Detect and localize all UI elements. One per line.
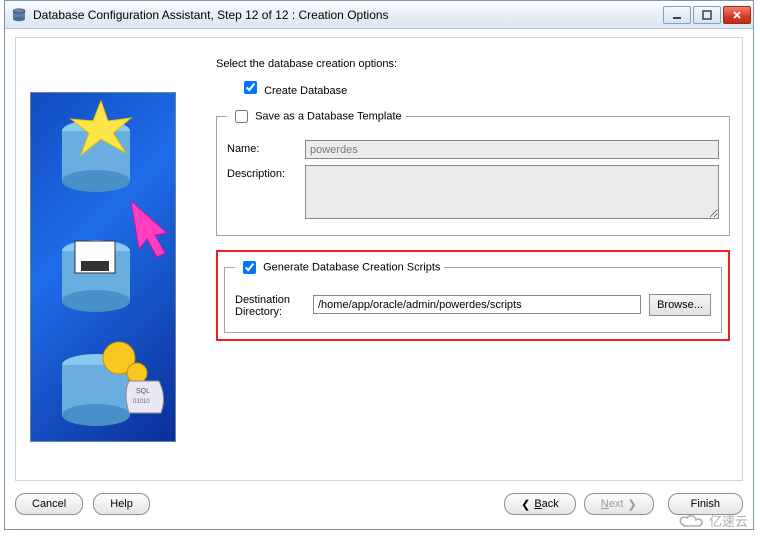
titlebar: Database Configuration Assistant, Step 1… [5, 1, 753, 29]
main-panel: Select the database creation options: Cr… [216, 58, 730, 341]
highlighted-scripts-section: Generate Database Creation Scripts Desti… [216, 250, 730, 341]
finish-button[interactable]: Finish [668, 493, 743, 515]
help-button[interactable]: Help [93, 493, 150, 515]
create-database-checkbox[interactable] [244, 81, 257, 94]
window: Database Configuration Assistant, Step 1… [4, 0, 754, 530]
save-template-legend: Save as a Database Template [227, 107, 406, 126]
template-desc-input [305, 165, 719, 219]
generate-scripts-checkbox[interactable] [243, 261, 256, 274]
generate-scripts-legend-label: Generate Database Creation Scripts [263, 261, 440, 273]
template-desc-label: Description: [227, 165, 305, 180]
next-button[interactable]: Next ❯ [584, 493, 654, 515]
generate-scripts-legend: Generate Database Creation Scripts [235, 258, 444, 277]
create-database-row: Create Database [240, 78, 730, 97]
minimize-button[interactable] [663, 6, 691, 24]
close-button[interactable] [723, 6, 751, 24]
prompt-text: Select the database creation options: [216, 58, 730, 70]
save-template-checkbox[interactable] [235, 110, 248, 123]
svg-text:SQL: SQL [136, 388, 150, 395]
back-button[interactable]: ❮ Back [504, 493, 576, 515]
maximize-button[interactable] [693, 6, 721, 24]
next-label-rest: ext [609, 498, 624, 510]
destination-input[interactable] [313, 295, 641, 314]
back-label-rest: ack [542, 498, 559, 510]
browse-button[interactable]: Browse... [649, 294, 711, 316]
window-controls [663, 6, 751, 24]
save-template-group: Save as a Database Template Name: Descri… [216, 107, 730, 236]
svg-text:01010: 01010 [133, 399, 150, 405]
app-icon [11, 7, 27, 23]
destination-label: Destination Directory: [235, 291, 313, 318]
generate-scripts-group: Generate Database Creation Scripts Desti… [224, 258, 722, 333]
template-name-label: Name: [227, 140, 305, 155]
wizard-button-bar: Cancel Help ❮ Back Next ❯ Finish [15, 487, 743, 521]
back-arrow-icon: ❮ [521, 498, 530, 511]
cancel-button[interactable]: Cancel [15, 493, 83, 515]
wizard-side-graphic: SQL 01010 [30, 92, 176, 442]
content-area: SQL 01010 Select the database creation o… [15, 37, 743, 481]
next-arrow-icon: ❯ [627, 498, 636, 511]
template-name-input [305, 140, 719, 159]
create-database-label: Create Database [264, 85, 347, 97]
save-template-legend-label: Save as a Database Template [255, 110, 402, 122]
window-title: Database Configuration Assistant, Step 1… [33, 8, 663, 22]
